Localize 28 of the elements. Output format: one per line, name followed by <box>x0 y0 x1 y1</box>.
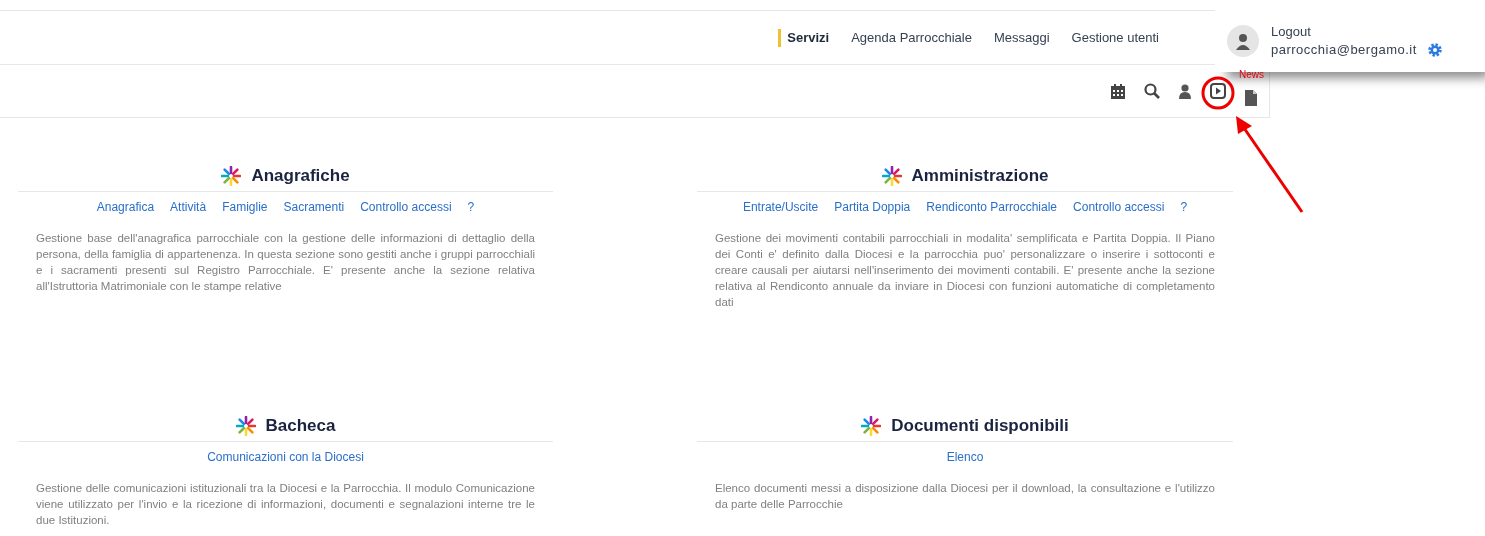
section-title: Documenti disponibili <box>891 414 1069 437</box>
section-description: Gestione dei movimenti contabili parrocchiali in modalita' semplificata e Partita Doppia. Il Piano dei Conti e' definito dalla Diocesi e la parrocchia puo' personalizzare o inserire i sottoconti e creare causali per aiutarsi nell'inserimento dei movimenti contabili. E' presente anche la sezione relativa al Rendiconto annuale da inviare in Diocesi con funzioni automatiche di completamento dati <box>715 231 1215 310</box>
logout-link[interactable]: Logout <box>1271 22 1443 41</box>
section-link[interactable]: Comunicazioni con la Diocesi <box>207 448 364 466</box>
nav-link[interactable]: Messaggi <box>993 28 1050 47</box>
section-link[interactable]: Partita Doppia <box>834 198 911 216</box>
section-link[interactable]: Anagrafica <box>96 198 155 216</box>
section-link[interactable]: Sacramenti <box>283 198 345 216</box>
section-description: Elenco documenti messi a disposizione dalla Diocesi per il download, la consultazione e l'utilizzo da parte delle Parrocchie <box>715 481 1215 512</box>
section-title: Anagrafiche <box>251 164 350 187</box>
section-link[interactable]: ? <box>1180 198 1188 216</box>
section-title: Amministrazione <box>911 164 1049 187</box>
section-link[interactable]: Famiglie <box>222 198 268 216</box>
section-link[interactable]: Controllo accessi <box>1073 198 1165 216</box>
section-link[interactable]: Attività <box>170 198 207 216</box>
section-link[interactable]: Controllo accessi <box>360 198 452 216</box>
section-title: Bacheca <box>265 414 336 437</box>
nav-link[interactable]: Servizi <box>778 28 830 47</box>
section-description: Gestione delle comunicazioni istituzionali tra la Diocesi e la Parrocchia. Il modulo Comunicazione viene utilizzato per l'invio e la ricezione di informazioni, documenti e segnalazioni interne tre le due Istituzioni. <box>36 481 535 528</box>
section-description: Gestione base dell'anagrafica parrocchiale con la gestione delle informazioni di dettaglio della persona, della famiglia di appartenenza. In questa sezione sono gestiti anche i gruppi parrocchiali e i sacramenti presenti sul Registro Parrocchiale. E' presente anche la sezione relativa all'Istruttoria Matrimoniale con le stampe relative <box>36 231 535 294</box>
section-link[interactable]: Entrate/Uscite <box>742 198 819 216</box>
nav-link[interactable]: Agenda Parrocchiale <box>851 28 972 47</box>
user-email: parrocchia@bergamo.it <box>1271 40 1417 59</box>
nav-link[interactable]: Gestione utenti <box>1071 28 1159 47</box>
section-link[interactable]: Rendiconto Parrocchiale <box>926 198 1058 216</box>
section-link[interactable]: ? <box>467 198 475 216</box>
news-label: News <box>1239 68 1264 82</box>
section-link[interactable]: Elenco <box>946 448 984 466</box>
